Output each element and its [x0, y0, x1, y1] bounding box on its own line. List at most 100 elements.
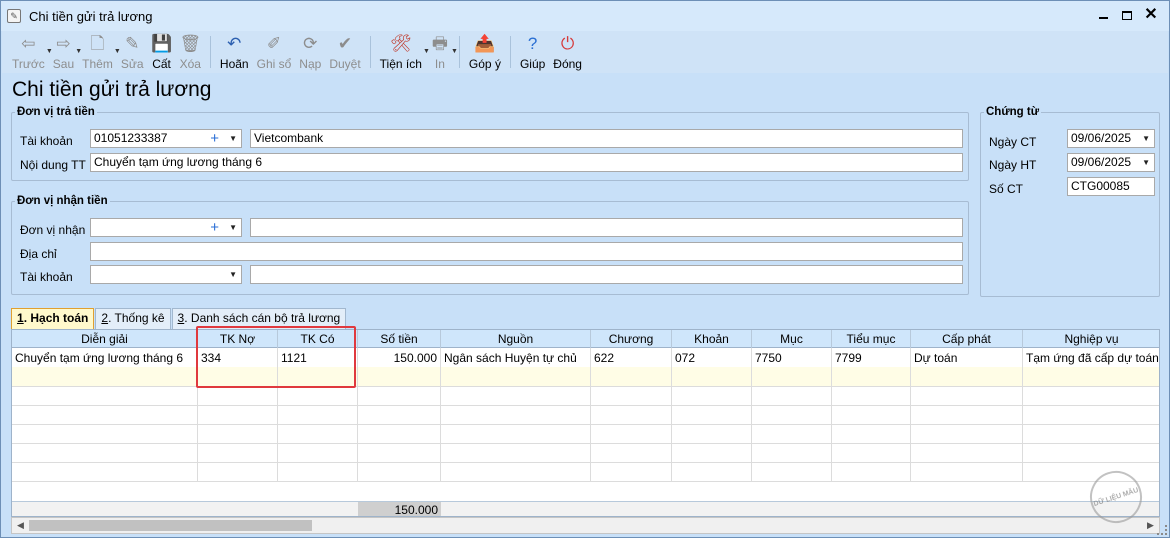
- table-cell[interactable]: [1023, 386, 1159, 406]
- table-cell[interactable]: [752, 462, 832, 482]
- horizontal-scrollbar[interactable]: ◀ ▶: [11, 517, 1160, 534]
- table-cell[interactable]: [441, 462, 591, 482]
- table-cell[interactable]: [672, 462, 752, 482]
- table-cell[interactable]: [591, 462, 672, 482]
- voucher-date-ct-picker[interactable]: 09/06/2025 ▼: [1067, 129, 1155, 148]
- table-cell[interactable]: [832, 405, 911, 425]
- close-window-button[interactable]: ✕: [1139, 5, 1163, 25]
- table-cell[interactable]: Dự toán: [911, 348, 1023, 368]
- table-cell[interactable]: [441, 424, 591, 444]
- table-cell[interactable]: [358, 424, 441, 444]
- table-cell[interactable]: [672, 386, 752, 406]
- voucher-number-field[interactable]: CTG00085: [1067, 177, 1155, 196]
- table-row[interactable]: [12, 443, 1159, 463]
- table-cell[interactable]: [12, 405, 198, 425]
- table-cell[interactable]: [832, 386, 911, 406]
- table-cell[interactable]: 1121: [278, 348, 358, 368]
- table-cell[interactable]: [278, 424, 358, 444]
- table-row[interactable]: [12, 405, 1159, 425]
- print-button[interactable]: 🖶 In ▼: [426, 31, 458, 73]
- column-header[interactable]: Chương: [591, 330, 672, 348]
- maximize-button[interactable]: [1115, 5, 1139, 25]
- table-row[interactable]: [12, 367, 1159, 387]
- table-cell[interactable]: [198, 405, 278, 425]
- table-cell[interactable]: [278, 462, 358, 482]
- column-header[interactable]: Khoản: [672, 330, 752, 348]
- table-row[interactable]: [12, 424, 1159, 444]
- chevron-down-icon[interactable]: ▼: [1142, 154, 1150, 171]
- table-cell[interactable]: [752, 367, 832, 387]
- column-header[interactable]: Tiểu mục: [832, 330, 911, 348]
- table-cell[interactable]: [1023, 367, 1159, 387]
- payee-unit-select[interactable]: + ▼: [90, 218, 242, 237]
- table-cell[interactable]: [358, 405, 441, 425]
- payee-name-field[interactable]: [250, 218, 963, 237]
- table-cell[interactable]: [752, 443, 832, 463]
- table-cell[interactable]: [672, 424, 752, 444]
- scroll-left-icon[interactable]: ◀: [12, 518, 29, 533]
- table-cell[interactable]: Ngân sách Huyện tự chủ: [441, 348, 591, 368]
- close-button[interactable]: ⏻ Đóng: [549, 31, 586, 73]
- table-cell[interactable]: [832, 367, 911, 387]
- table-cell[interactable]: [441, 443, 591, 463]
- column-header[interactable]: TK Nợ: [198, 330, 278, 348]
- table-cell[interactable]: [278, 405, 358, 425]
- chevron-down-icon[interactable]: ▼: [451, 48, 458, 55]
- table-cell[interactable]: Tạm ứng đã cấp dự toán: [1023, 348, 1159, 368]
- chevron-down-icon[interactable]: ▼: [229, 266, 237, 283]
- table-cell[interactable]: [591, 424, 672, 444]
- add-icon[interactable]: +: [210, 219, 219, 236]
- table-cell[interactable]: 622: [591, 348, 672, 368]
- table-cell[interactable]: [278, 367, 358, 387]
- help-button[interactable]: ? Giúp: [516, 31, 549, 73]
- table-cell[interactable]: [591, 367, 672, 387]
- utilities-button[interactable]: 🛠 Tiện ích ▼: [376, 31, 430, 73]
- table-cell[interactable]: [832, 462, 911, 482]
- payer-bank-field[interactable]: Vietcombank: [250, 129, 963, 148]
- column-header[interactable]: TK Có: [278, 330, 358, 348]
- table-cell[interactable]: 334: [198, 348, 278, 368]
- voucher-date-ht-picker[interactable]: 09/06/2025 ▼: [1067, 153, 1155, 172]
- table-cell[interactable]: [591, 405, 672, 425]
- edit-button[interactable]: ✎ Sửa: [117, 31, 148, 73]
- table-cell[interactable]: [278, 443, 358, 463]
- table-cell[interactable]: [1023, 424, 1159, 444]
- table-row[interactable]: [12, 462, 1159, 482]
- table-cell[interactable]: [911, 386, 1023, 406]
- table-cell[interactable]: [198, 386, 278, 406]
- table-cell[interactable]: [12, 386, 198, 406]
- scrollbar-thumb[interactable]: [29, 520, 312, 531]
- delete-button[interactable]: 🗑 Xóa: [176, 31, 205, 73]
- table-cell[interactable]: [911, 443, 1023, 463]
- table-row[interactable]: [12, 386, 1159, 406]
- table-cell[interactable]: [752, 386, 832, 406]
- table-cell[interactable]: [1023, 462, 1159, 482]
- table-cell[interactable]: [752, 405, 832, 425]
- post-button[interactable]: ✐ Ghi sổ: [253, 31, 296, 73]
- payee-account-select[interactable]: ▼: [90, 265, 242, 284]
- reload-button[interactable]: ⟳ Nạp: [295, 31, 325, 73]
- table-cell[interactable]: Chuyển tạm ứng lương tháng 6: [12, 348, 198, 368]
- table-cell[interactable]: [198, 367, 278, 387]
- column-header[interactable]: Nguồn: [441, 330, 591, 348]
- table-cell[interactable]: [752, 424, 832, 444]
- table-cell[interactable]: [441, 367, 591, 387]
- table-cell[interactable]: [278, 386, 358, 406]
- tab-1[interactable]: 1. Hạch toán: [11, 308, 95, 329]
- column-header[interactable]: Cấp phát: [911, 330, 1023, 348]
- table-cell[interactable]: [358, 462, 441, 482]
- table-cell[interactable]: [911, 462, 1023, 482]
- table-cell[interactable]: [441, 405, 591, 425]
- table-cell[interactable]: [198, 443, 278, 463]
- payer-account-select[interactable]: 01051233387 + ▼: [90, 129, 242, 148]
- table-cell[interactable]: [672, 367, 752, 387]
- table-cell[interactable]: [198, 424, 278, 444]
- table-cell[interactable]: [358, 443, 441, 463]
- table-cell[interactable]: [591, 443, 672, 463]
- table-cell[interactable]: [12, 424, 198, 444]
- tab-2[interactable]: 2. Thống kê: [95, 308, 171, 329]
- table-cell[interactable]: 7799: [832, 348, 911, 368]
- table-cell[interactable]: [911, 367, 1023, 387]
- table-cell[interactable]: [1023, 443, 1159, 463]
- column-header[interactable]: Diễn giải: [12, 330, 198, 348]
